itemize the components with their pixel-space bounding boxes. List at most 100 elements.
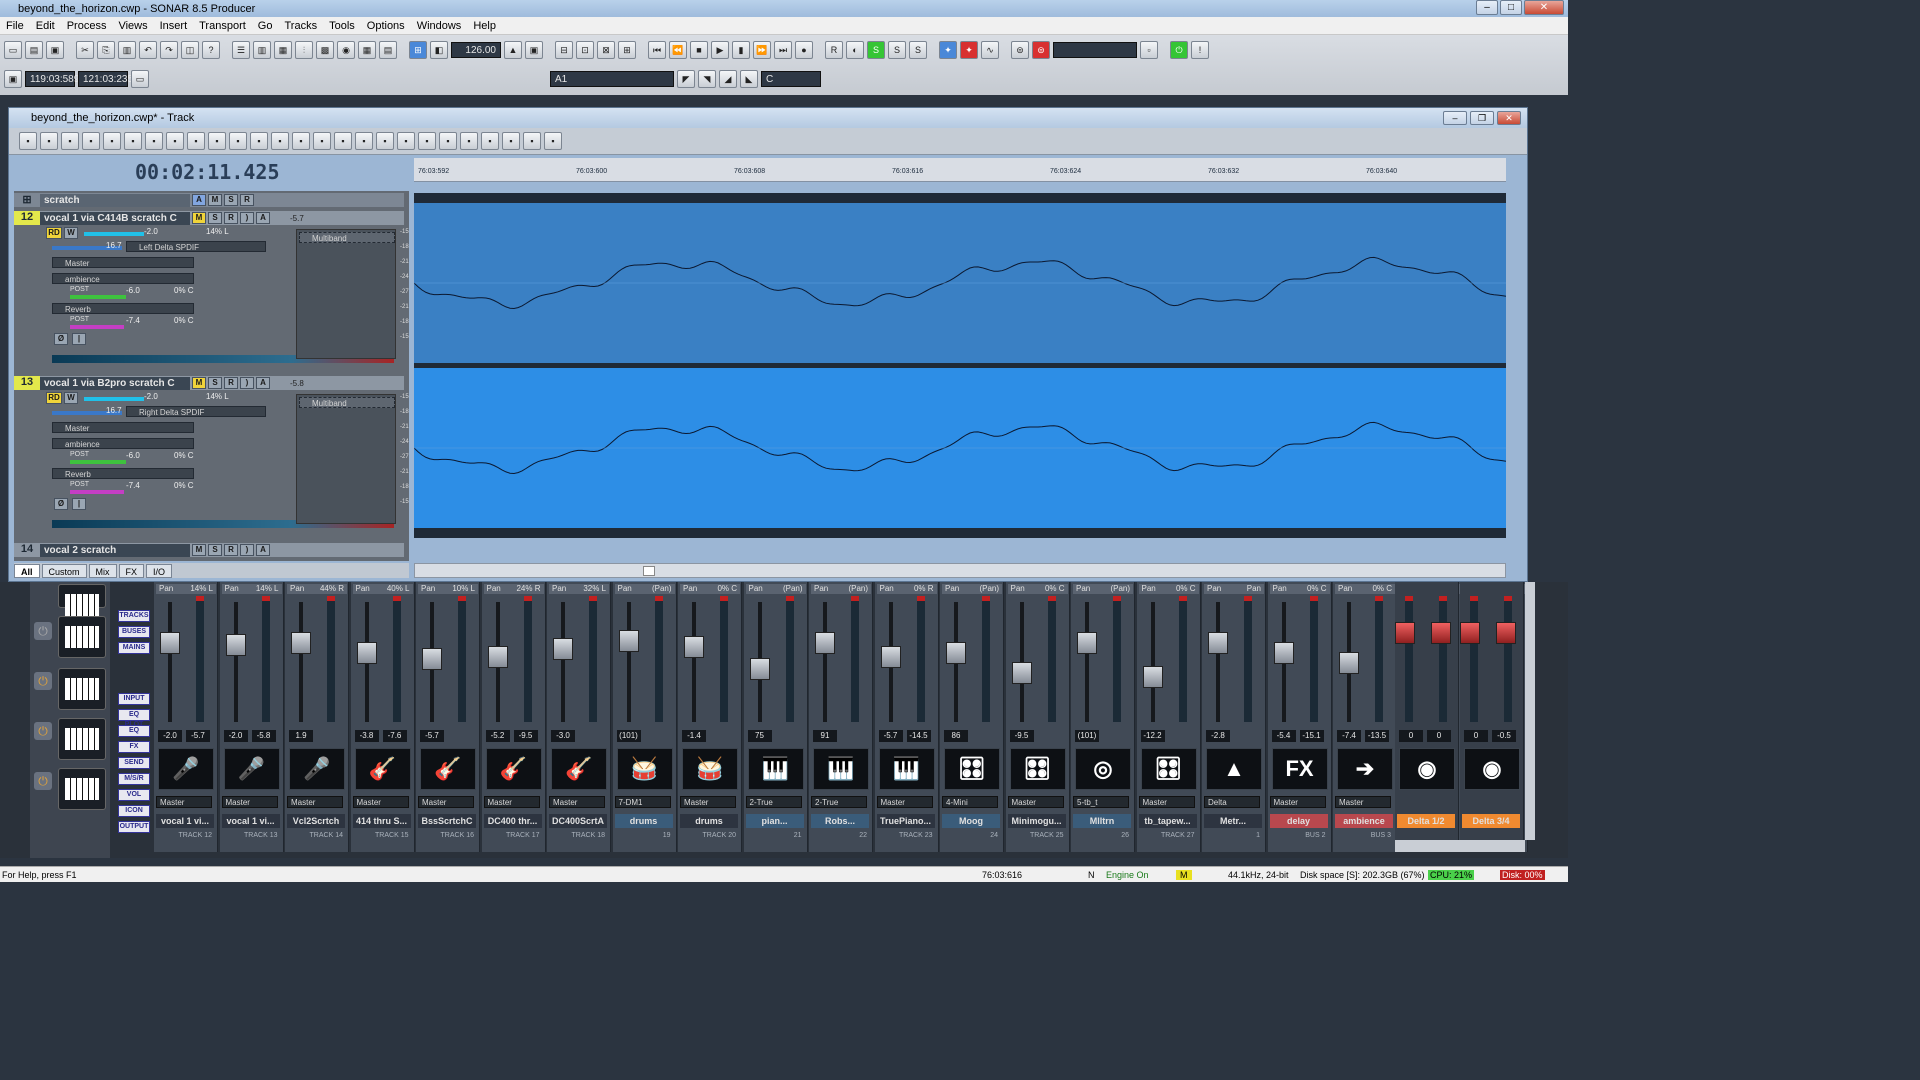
pan-control[interactable]: Pan 32% L <box>549 584 609 594</box>
keyboard-icon[interactable] <box>58 768 106 810</box>
solo-button[interactable]: S <box>208 212 222 224</box>
audio-clip[interactable] <box>413 203 1507 363</box>
send1-level[interactable] <box>70 460 126 464</box>
keyboard-icon[interactable] <box>58 584 106 616</box>
markers-icon[interactable]: ⊞ <box>618 41 636 59</box>
track-window-minimize-button[interactable]: – <box>1443 111 1467 125</box>
keyboard-icon[interactable] <box>58 616 106 658</box>
mute-button[interactable]: M <box>192 544 206 556</box>
pan-control[interactable]: Pan (Pan) <box>745 584 806 594</box>
layout-tool-icon[interactable]: ▪ <box>544 132 562 150</box>
send2-dropdown[interactable]: Reverb <box>52 468 194 479</box>
pan-control[interactable]: Pan 14% L <box>156 584 216 594</box>
strip-name[interactable]: Robs... <box>811 814 869 828</box>
output-dropdown[interactable]: 7-DM1 <box>614 796 671 808</box>
fader-knob[interactable] <box>1460 622 1480 644</box>
fader-knob[interactable] <box>815 632 835 654</box>
redo-icon[interactable]: ↷ <box>160 41 178 59</box>
folder-mute-button[interactable]: M <box>208 194 222 206</box>
interleave-icon[interactable]: | <box>72 498 86 510</box>
fader-knob[interactable] <box>487 646 508 668</box>
menu-views[interactable]: Views <box>112 20 153 32</box>
console-view-icon[interactable]: ▥ <box>253 41 271 59</box>
record-enable-icon[interactable]: R <box>825 41 843 59</box>
mic-icon[interactable]: 🎤 <box>158 748 214 790</box>
fx-icon[interactable]: FX <box>1271 748 1328 790</box>
strip-name[interactable]: drums <box>680 814 738 828</box>
undo-icon[interactable]: ↶ <box>139 41 157 59</box>
rewind-to-start-icon[interactable]: ⏮ <box>648 41 666 59</box>
output-dropdown[interactable]: Master <box>1007 796 1064 808</box>
keyboard-icon[interactable] <box>58 668 106 710</box>
interleave-icon[interactable]: | <box>72 333 86 345</box>
output-dropdown[interactable]: Master <box>287 796 343 808</box>
tab-all[interactable]: All <box>14 563 40 578</box>
clip-tool-icon[interactable]: ▪ <box>439 132 457 150</box>
record-mode-icon[interactable]: ⊠ <box>597 41 615 59</box>
menu-edit[interactable]: Edit <box>30 20 61 32</box>
keyboard-icon[interactable]: 🎹 <box>813 748 869 790</box>
track-window-close-button[interactable]: ✕ <box>1497 111 1521 125</box>
maximize-button[interactable]: □ <box>1500 0 1522 15</box>
bounce-tool-icon[interactable]: ▪ <box>355 132 373 150</box>
tab-mix[interactable]: Mix <box>88 563 117 578</box>
folder-archive-button[interactable]: A <box>192 194 206 206</box>
output-dropdown[interactable]: 5-tb_t <box>1073 796 1129 808</box>
pan-control[interactable]: Pan 44% R <box>287 584 347 594</box>
folder-solo-button[interactable]: S <box>224 194 238 206</box>
input-dropdown[interactable]: Right Delta SPDIF <box>126 406 266 417</box>
pan-control[interactable]: Pan 24% R <box>483 584 544 594</box>
solo-icon[interactable]: S <box>888 41 906 59</box>
open-file-icon[interactable]: ▤ <box>25 41 43 59</box>
solo-button[interactable]: S <box>208 377 222 389</box>
record-arm-button[interactable]: RD <box>46 392 62 404</box>
fader-knob[interactable] <box>1395 622 1415 644</box>
marker-del-icon[interactable]: ◣ <box>740 70 758 88</box>
go-to-end-icon[interactable]: ⏭ <box>774 41 792 59</box>
pan-control[interactable]: Pan (Pan) <box>942 584 1002 594</box>
pan-control[interactable]: Pan 40% L <box>352 584 413 594</box>
snapshot-dropdown[interactable] <box>1053 42 1137 58</box>
menu-options[interactable]: Options <box>361 20 411 32</box>
panic-icon[interactable]: ! <box>1191 41 1209 59</box>
monitor-icon[interactable]: ◐ <box>846 41 864 59</box>
envelope-tool-icon[interactable]: ▪ <box>481 132 499 150</box>
input-echo-button[interactable]: ) <box>240 544 254 556</box>
stop-icon[interactable]: ■ <box>690 41 708 59</box>
fader-knob[interactable] <box>1431 622 1451 644</box>
power-icon[interactable]: ⏻ <box>34 772 52 790</box>
timeline-ruler[interactable]: 76:03:592 76:03:600 76:03:608 76:03:616 76:0… <box>414 158 1506 182</box>
drums-icon[interactable]: 🥁 <box>682 748 738 790</box>
send1-level[interactable] <box>70 295 126 299</box>
marquee-tool-icon[interactable]: ▪ <box>229 132 247 150</box>
output-dropdown[interactable]: Master <box>418 796 474 808</box>
console-mains-button[interactable]: MAINS <box>118 642 150 654</box>
select-range-icon[interactable]: ▭ <box>131 70 149 88</box>
snapshot-record-icon[interactable]: ⊜ <box>1032 41 1050 59</box>
pan-control[interactable]: Pan 0% C <box>1335 584 1395 594</box>
speaker-icon[interactable]: ◉ <box>1464 748 1520 790</box>
track-name[interactable]: vocal 1 via B2pro scratch C <box>40 376 190 390</box>
fader-knob[interactable] <box>1011 662 1032 684</box>
strip-name[interactable]: TruePiano... <box>876 814 935 828</box>
bass-icon[interactable]: 🎸 <box>420 748 476 790</box>
fx-bin[interactable]: Multiband <box>296 394 396 524</box>
synth-icon[interactable]: 🎛 <box>944 748 1000 790</box>
send1-dropdown[interactable]: ambience <box>52 273 194 284</box>
console-icon-button[interactable]: ICON <box>118 805 150 817</box>
zoom-tool-icon[interactable]: ▪ <box>103 132 121 150</box>
keyboard-view-icon[interactable]: ▤ <box>379 41 397 59</box>
track-select-dropdown[interactable]: A1 <box>550 71 674 87</box>
edit-tool-icon[interactable]: ▪ <box>82 132 100 150</box>
menu-windows[interactable]: Windows <box>411 20 468 32</box>
close-button[interactable]: ✕ <box>1524 0 1564 15</box>
fader-knob[interactable] <box>1339 652 1359 674</box>
console-input-button[interactable]: INPUT <box>118 693 150 705</box>
mute-button[interactable]: M <box>192 212 206 224</box>
browser-icon[interactable]: ◉ <box>337 41 355 59</box>
archive-button[interactable]: A <box>256 377 270 389</box>
loop-view-icon[interactable]: ▩ <box>316 41 334 59</box>
envelope-icon[interactable]: ∿ <box>981 41 999 59</box>
help-icon[interactable]: ? <box>202 41 220 59</box>
output-dropdown[interactable]: 4-Mini <box>942 796 998 808</box>
